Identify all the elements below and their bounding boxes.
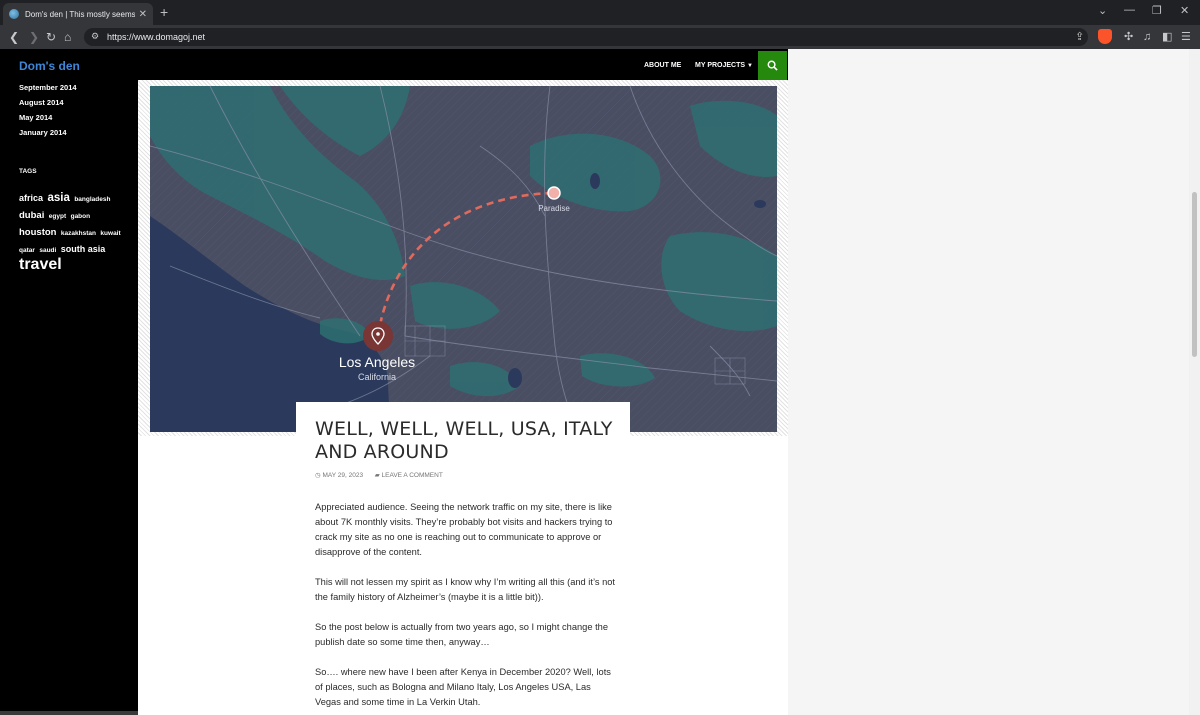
- right-empty-area: [788, 49, 1189, 715]
- tag-link[interactable]: south asia: [61, 244, 106, 254]
- site-favicon-icon: [9, 9, 19, 19]
- archive-link[interactable]: May 2014: [19, 110, 77, 125]
- archive-link[interactable]: September 2014: [19, 80, 77, 95]
- nav-about-me[interactable]: ABOUT ME: [644, 62, 681, 69]
- minimize-icon[interactable]: —: [1124, 4, 1135, 16]
- archive-link[interactable]: January 2014: [19, 125, 77, 140]
- post-article: WELL, WELL, WELL, USA, ITALY AND AROUND …: [296, 402, 630, 715]
- tag-link[interactable]: egypt: [49, 213, 66, 220]
- site-title-link[interactable]: Dom's den: [19, 59, 80, 73]
- browser-toolbar: ❮ ❯ ↻ ⌂ ⚙ https://www.domagoj.net ⇪ ✣ ♫ …: [0, 25, 1200, 49]
- main-content: Los Angeles California Paradise WELL, WE…: [138, 80, 788, 715]
- post-paragraph: Appreciated audience. Seeing the network…: [315, 502, 613, 557]
- clock-icon: ◷: [315, 472, 321, 479]
- post-paragraph: So the post below is actually from two y…: [315, 622, 609, 647]
- page-scrollbar[interactable]: [1189, 49, 1200, 715]
- tag-cloud: africa asia bangladesh dubai egypt gabon…: [19, 190, 131, 273]
- left-sidebar: Dom's den September 2014 August 2014 May 2…: [0, 49, 138, 715]
- close-window-icon[interactable]: ✕: [1180, 4, 1189, 17]
- post-title[interactable]: WELL, WELL, WELL, USA, ITALY AND AROUND: [315, 418, 615, 464]
- featured-map-image[interactable]: Los Angeles California Paradise: [150, 86, 777, 432]
- menu-icon[interactable]: ☰: [1181, 31, 1191, 43]
- address-bar[interactable]: ⚙ https://www.domagoj.net: [84, 28, 1088, 46]
- post-meta: ◷ MAY 29, 2023 ▰ LEAVE A COMMENT: [315, 471, 443, 479]
- scrollbar-thumb[interactable]: [1192, 192, 1197, 357]
- destination-label: Paradise: [538, 204, 570, 213]
- map-graphic: Los Angeles California Paradise: [150, 86, 777, 432]
- restore-window-icon[interactable]: ❐: [1152, 4, 1162, 17]
- search-icon: [767, 60, 778, 71]
- back-icon[interactable]: ❮: [9, 30, 19, 44]
- browser-tab-strip: Dom's den | This mostly seems t ✕ + ⌄ — …: [0, 0, 1200, 25]
- destination-marker-icon: [547, 186, 561, 200]
- tag-link[interactable]: kazakhstan: [61, 230, 96, 237]
- tag-link[interactable]: gabon: [71, 213, 91, 220]
- dropdown-caret-icon: ▼: [747, 63, 753, 69]
- tag-link[interactable]: travel: [19, 256, 62, 273]
- brave-shields-icon[interactable]: [1098, 29, 1112, 44]
- tag-link[interactable]: kuwait: [100, 230, 120, 237]
- tag-link[interactable]: houston: [19, 227, 56, 238]
- tag-link[interactable]: saudi: [39, 247, 56, 254]
- close-tab-icon[interactable]: ✕: [139, 9, 147, 20]
- forward-icon[interactable]: ❯: [29, 30, 39, 44]
- tags-heading: TAGS: [19, 168, 37, 175]
- leave-comment-link[interactable]: LEAVE A COMMENT: [382, 472, 443, 479]
- post-date[interactable]: MAY 29, 2023: [322, 472, 363, 479]
- new-tab-icon[interactable]: +: [160, 4, 168, 20]
- comment-icon: ▰: [374, 472, 380, 479]
- tag-link[interactable]: asia: [47, 192, 69, 204]
- nav-my-projects-label: MY PROJECTS: [695, 62, 746, 69]
- origin-sublabel: California: [358, 372, 396, 382]
- tab-search-chevron-icon[interactable]: ⌄: [1098, 4, 1107, 17]
- sidebar-toggle-icon[interactable]: ◧: [1162, 31, 1172, 43]
- address-bar-url[interactable]: https://www.domagoj.net: [107, 32, 205, 42]
- archive-link[interactable]: August 2014: [19, 95, 77, 110]
- origin-marker-icon: [363, 321, 393, 351]
- archive-list: September 2014 August 2014 May 2014 January…: [19, 80, 77, 140]
- search-button[interactable]: [758, 51, 787, 80]
- site-header: ABOUT ME MY PROJECTS ▼: [138, 49, 788, 80]
- home-icon[interactable]: ⌂: [64, 30, 71, 44]
- post-paragraph: This will not lessen my spirit as I know…: [315, 577, 616, 602]
- media-icon[interactable]: ♫: [1143, 31, 1151, 43]
- share-icon[interactable]: ⇪: [1075, 31, 1084, 43]
- tab-title: Dom's den | This mostly seems t: [25, 9, 135, 19]
- browser-tab[interactable]: Dom's den | This mostly seems t ✕: [3, 3, 153, 25]
- origin-label: Los Angeles: [339, 354, 415, 370]
- reload-icon[interactable]: ↻: [46, 30, 56, 44]
- tag-link[interactable]: africa: [19, 193, 43, 203]
- tag-link[interactable]: qatar: [19, 247, 35, 254]
- tag-link[interactable]: bangladesh: [74, 196, 110, 203]
- nav-my-projects[interactable]: MY PROJECTS ▼: [695, 62, 753, 69]
- extensions-icon[interactable]: ✣: [1124, 31, 1133, 43]
- site-info-icon[interactable]: ⚙: [91, 31, 99, 42]
- tag-link[interactable]: dubai: [19, 210, 44, 221]
- post-paragraph: So…. where new have I been after Kenya i…: [315, 667, 611, 707]
